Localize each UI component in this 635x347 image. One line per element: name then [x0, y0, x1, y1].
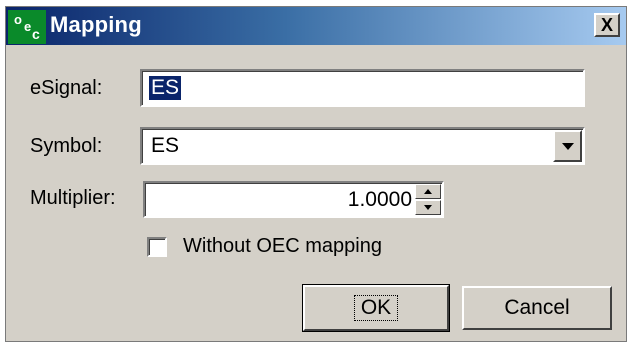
mapping-dialog: o e c Mapping X eSignal: ES Symbol: ES M…: [5, 6, 627, 342]
close-icon: X: [600, 14, 613, 35]
symbol-dropdown-button[interactable]: [553, 130, 582, 162]
spin-up-button[interactable]: [415, 184, 441, 199]
cancel-button[interactable]: Cancel: [462, 286, 612, 330]
cancel-button-label: Cancel: [504, 296, 570, 319]
app-icon-letter-o: o: [14, 12, 22, 27]
app-icon-letter-e: e: [24, 19, 32, 34]
without-oec-mapping-label[interactable]: Without OEC mapping: [183, 235, 382, 258]
ok-button-label: OK: [353, 295, 399, 321]
arrow-up-icon: [424, 189, 432, 194]
esignal-value: ES: [149, 76, 182, 100]
window-title: Mapping: [50, 12, 142, 37]
close-button[interactable]: X: [594, 13, 620, 37]
spin-down-button[interactable]: [415, 200, 441, 215]
chevron-down-icon: [561, 142, 574, 150]
title-bar[interactable]: o e c Mapping X: [6, 7, 626, 45]
multiplier-spinbox[interactable]: 1.0000: [143, 181, 444, 218]
multiplier-value: 1.0000: [347, 188, 412, 211]
arrow-down-icon: [424, 205, 432, 210]
symbol-combobox[interactable]: ES: [140, 127, 585, 165]
ok-button[interactable]: OK: [302, 284, 450, 332]
oec-app-icon: o e c: [8, 10, 46, 44]
without-oec-mapping-checkbox[interactable]: [147, 237, 167, 257]
symbol-value: ES: [151, 134, 180, 157]
esignal-label: eSignal:: [30, 77, 103, 99]
esignal-input[interactable]: ES: [140, 69, 585, 107]
multiplier-label: Multiplier:: [30, 187, 116, 209]
multiplier-spin-buttons: [415, 184, 441, 215]
symbol-label: Symbol:: [30, 135, 103, 157]
app-icon-letter-c: c: [32, 26, 40, 42]
